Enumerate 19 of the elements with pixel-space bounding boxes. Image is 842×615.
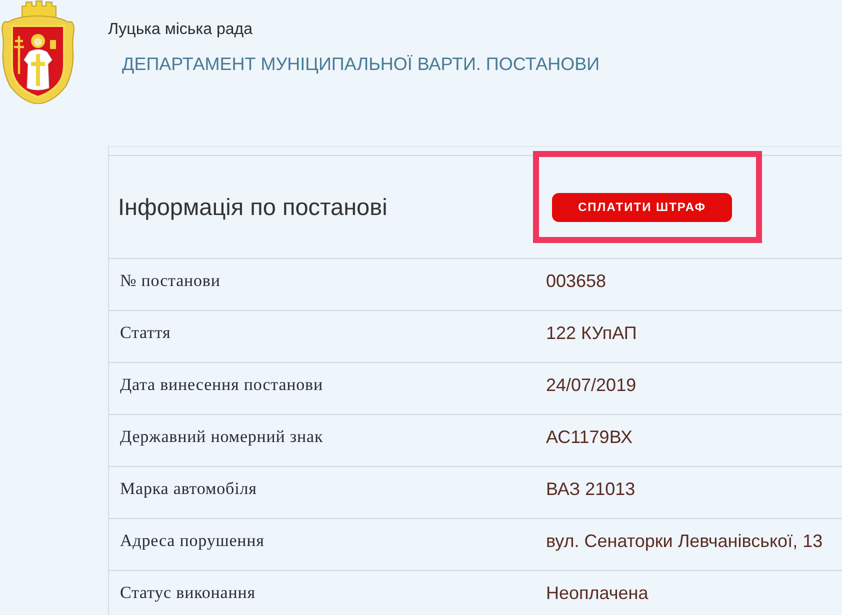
page-title: ДЕПАРТАМЕНТ МУНІЦИПАЛЬНОЇ ВАРТИ. ПОСТАНОВИ (122, 53, 600, 75)
field-label: Марка автомобіля (120, 479, 257, 499)
field-label: Стаття (120, 323, 171, 343)
field-label: Державний номерний знак (120, 427, 324, 447)
field-value: АС1179ВХ (546, 427, 633, 447)
field-label: Адреса порушення (120, 531, 264, 551)
pay-fine-button[interactable]: СПЛАТИТИ ШТРАФ (552, 192, 732, 222)
field-value: 003658 (546, 271, 606, 291)
field-value: ВАЗ 21013 (546, 479, 636, 499)
field-value: 122 КУпАП (546, 323, 637, 343)
field-label: Дата винесення постанови (120, 375, 323, 395)
organization-name: Луцька міська рада (108, 20, 252, 40)
field-label: Статус виконання (120, 583, 256, 603)
field-value: 24/07/2019 (546, 375, 636, 395)
field-value: Неоплачена (546, 583, 648, 603)
coat-of-arms-icon (0, 0, 76, 104)
panel-heading: Інформація по постанові (118, 193, 388, 221)
field-label: № постанови (120, 271, 220, 291)
field-value: вул. Сенаторки Левчанівської, 13 (546, 531, 823, 551)
